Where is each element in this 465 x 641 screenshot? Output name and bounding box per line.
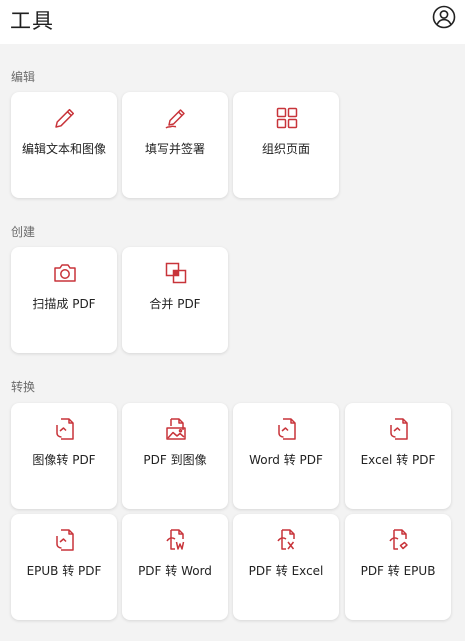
pdf-to-word-card[interactable]: PDF 转 Word xyxy=(122,514,228,620)
card-label: 编辑文本和图像 xyxy=(21,142,106,156)
camera-icon xyxy=(54,264,76,282)
fill-sign-card[interactable]: 填写并签署 xyxy=(122,92,228,198)
merge-pdf-card[interactable]: 合并 PDF xyxy=(122,247,228,353)
image-to-pdf-card[interactable]: 图像转 PDF xyxy=(11,403,117,509)
card-label: PDF 转 Word xyxy=(138,564,212,578)
app-header: 工具 xyxy=(0,0,465,44)
excel-to-pdf-card[interactable]: Excel 转 PDF xyxy=(345,403,451,509)
organize-pages-card[interactable]: 组织页面 xyxy=(233,92,339,198)
word-to-pdf-icon xyxy=(278,418,296,440)
merge-icon xyxy=(165,262,187,284)
card-label: 扫描成 PDF xyxy=(32,297,96,311)
card-label: EPUB 转 PDF xyxy=(26,564,102,578)
page-title: 工具 xyxy=(10,9,54,33)
epub-to-pdf-card[interactable]: EPUB 转 PDF xyxy=(11,514,117,620)
card-label: 组织页面 xyxy=(261,142,310,156)
section-label-convert: 转换 xyxy=(11,380,36,394)
section-label-create: 创建 xyxy=(11,225,36,239)
pdf-to-excel-card[interactable]: PDF 转 Excel xyxy=(233,514,339,620)
pen-sign-icon xyxy=(165,109,185,129)
pencil-icon xyxy=(55,108,75,128)
word-to-pdf-card[interactable]: Word 转 PDF xyxy=(233,403,339,509)
profile-button[interactable] xyxy=(432,5,456,29)
pdf-to-excel-icon xyxy=(277,529,295,550)
card-label: Word 转 PDF xyxy=(249,453,323,467)
card-label: 合并 PDF xyxy=(149,297,201,311)
image-to-pdf-icon xyxy=(56,418,74,440)
card-label: 图像转 PDF xyxy=(32,453,96,467)
card-label: PDF 转 EPUB xyxy=(360,564,436,578)
pdf-to-image-icon xyxy=(166,418,186,440)
pdf-to-epub-card[interactable]: PDF 转 EPUB xyxy=(345,514,451,620)
epub-to-pdf-icon xyxy=(56,529,74,551)
pdf-to-epub-icon xyxy=(389,529,408,550)
excel-to-pdf-icon xyxy=(390,418,408,440)
card-label: PDF 转 Excel xyxy=(248,564,324,578)
scan-to-pdf-card[interactable]: 扫描成 PDF xyxy=(11,247,117,353)
grid-icon xyxy=(276,107,298,129)
card-label: Excel 转 PDF xyxy=(360,453,436,467)
card-label: 填写并签署 xyxy=(144,142,205,156)
pdf-to-image-card[interactable]: PDF 到图像 xyxy=(122,403,228,509)
edit-text-image-card[interactable]: 编辑文本和图像 xyxy=(11,92,117,198)
section-label-edit: 编辑 xyxy=(11,70,36,84)
pdf-to-word-icon xyxy=(166,529,185,550)
user-circle-icon xyxy=(432,5,456,29)
card-label: PDF 到图像 xyxy=(143,453,207,467)
